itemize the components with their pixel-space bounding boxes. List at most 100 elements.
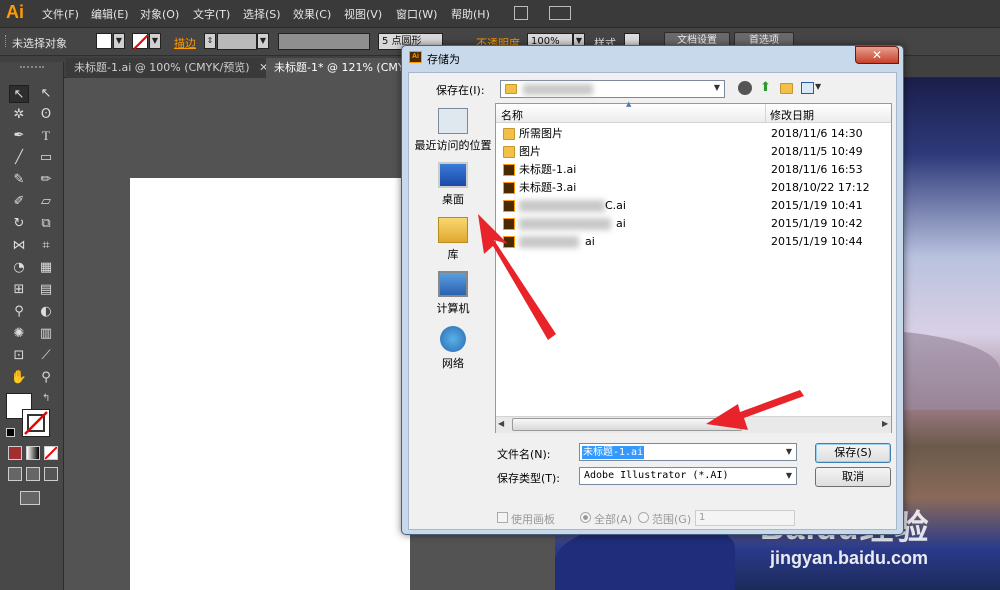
range-input[interactable]: 1 [695, 510, 795, 526]
stroke-weight-field[interactable] [217, 33, 257, 50]
gradient-tool-icon[interactable]: ▤ [36, 281, 56, 299]
magic-wand-tool-icon[interactable]: ✲ [9, 106, 29, 124]
save-button[interactable]: 保存(S) [815, 443, 891, 463]
draw-normal-icon[interactable] [8, 467, 22, 481]
rectangle-tool-icon[interactable]: ▭ [36, 149, 56, 167]
file-row[interactable]: 未标题-3.ai 2018/10/22 17:12 [499, 179, 889, 197]
fill-swatch[interactable] [96, 33, 112, 49]
menu-view[interactable]: 视图(V) [344, 6, 382, 22]
stroke-label[interactable]: 描边 [174, 35, 196, 51]
selection-tool-icon[interactable]: ↖ [9, 85, 29, 103]
menu-file[interactable]: 文件(F) [42, 6, 79, 22]
lasso-tool-icon[interactable]: ʘ [36, 106, 56, 124]
draw-inside-icon[interactable] [44, 467, 58, 481]
bridge-icon[interactable] [514, 6, 528, 20]
save-in-label: 保存在(I): [436, 84, 485, 97]
stroke-swatch[interactable] [132, 33, 149, 50]
symbol-sprayer-tool-icon[interactable]: ✺ [9, 325, 29, 343]
all-radio[interactable] [580, 512, 591, 523]
file-row[interactable]: 未标题-1.ai 2018/11/6 16:53 [499, 161, 889, 179]
zoom-tool-icon[interactable]: ⚲ [36, 369, 56, 387]
perspective-grid-tool-icon[interactable]: ▦ [36, 259, 56, 277]
none-mode-icon[interactable] [44, 446, 58, 460]
file-row[interactable]: 所需图片 2018/11/6 14:30 [499, 125, 889, 143]
type-tool-icon[interactable]: T [36, 127, 56, 145]
fill-dropdown-icon[interactable]: ▼ [113, 33, 125, 49]
draw-behind-icon[interactable] [26, 467, 40, 481]
place-desktop-label: 桌面 [442, 193, 464, 206]
column-graph-tool-icon[interactable]: ▥ [36, 325, 56, 343]
scroll-right-icon[interactable]: ▶ [882, 419, 888, 428]
back-icon[interactable] [738, 81, 752, 95]
selection-status: 未选择对象 [12, 37, 67, 50]
swap-colors-icon[interactable]: ↰ [42, 393, 50, 404]
use-artboards-label: 使用画板 [511, 513, 555, 526]
file-list-header [496, 104, 891, 123]
stroke-weight-dropdown-icon[interactable]: ▼ [257, 33, 269, 49]
view-dropdown-icon[interactable]: ▼ [815, 82, 821, 91]
mesh-tool-icon[interactable]: ⊞ [9, 281, 29, 299]
sort-ascending-icon: ▲ [626, 100, 632, 108]
chevron-down-icon: ▼ [713, 83, 720, 92]
slice-tool-icon[interactable]: ⟋ [36, 347, 56, 365]
up-folder-icon[interactable]: ⬆ [760, 81, 771, 95]
rotate-tool-icon[interactable]: ↻ [9, 215, 29, 233]
range-radio[interactable] [638, 512, 649, 523]
color-mode-icon[interactable] [8, 446, 22, 460]
variable-width-profile[interactable] [278, 33, 370, 50]
stroke-dropdown-icon[interactable]: ▼ [149, 33, 161, 49]
close-button[interactable]: ✕ [855, 46, 899, 64]
gradient-mode-icon[interactable] [26, 446, 40, 460]
file-row[interactable]: ai 2015/1/19 10:42 [499, 215, 889, 233]
eyedropper-tool-icon[interactable]: ⚲ [9, 303, 29, 321]
width-tool-icon[interactable]: ⋈ [9, 237, 29, 255]
use-artboards-checkbox[interactable] [497, 512, 508, 523]
shape-builder-tool-icon[interactable]: ◔ [9, 259, 29, 277]
menu-window[interactable]: 窗口(W) [396, 6, 437, 22]
paintbrush-tool-icon[interactable]: ✎ [9, 171, 29, 189]
place-computer[interactable]: 计算机 [413, 271, 493, 316]
chevron-down-icon[interactable]: ▼ [786, 447, 792, 456]
menu-type[interactable]: 文字(T) [193, 6, 230, 22]
pencil-tool-icon[interactable]: ✏ [36, 171, 56, 189]
hand-tool-icon[interactable]: ✋ [9, 369, 29, 387]
menu-help[interactable]: 帮助(H) [451, 6, 490, 22]
place-desktop[interactable]: 桌面 [413, 162, 493, 207]
place-libraries[interactable]: 库 [413, 217, 493, 262]
cancel-button[interactable]: 取消 [815, 467, 891, 487]
column-name[interactable]: 名称 [501, 107, 523, 123]
new-folder-icon[interactable] [780, 83, 793, 94]
scale-tool-icon[interactable]: ⧉ [36, 215, 56, 233]
stroke-stepper-icon[interactable]: ⇕ [204, 33, 216, 49]
filetype-dropdown[interactable]: Adobe Illustrator (*.AI) ▼ [579, 467, 797, 485]
artboard-tool-icon[interactable]: ⊡ [9, 347, 29, 365]
place-recent[interactable]: 最近访问的位置 [413, 108, 493, 153]
default-colors-icon[interactable] [6, 428, 15, 437]
column-divider [765, 104, 766, 123]
menu-select[interactable]: 选择(S) [243, 6, 281, 22]
menu-effect[interactable]: 效果(C) [293, 6, 331, 22]
screen-mode-icon[interactable] [20, 491, 40, 505]
tab-document-1[interactable]: 未标题-1.ai @ 100% (CMYK/预览) ✕ [66, 58, 277, 78]
free-transform-tool-icon[interactable]: ⌗ [36, 237, 56, 255]
eraser-tool-icon[interactable]: ▱ [36, 193, 56, 211]
menu-edit[interactable]: 编辑(E) [91, 6, 129, 22]
place-network[interactable]: 网络 [413, 326, 493, 371]
scroll-left-icon[interactable]: ◀ [498, 419, 504, 428]
stroke-color-swatch[interactable] [22, 409, 50, 437]
blend-tool-icon[interactable]: ◐ [36, 303, 56, 321]
view-menu-icon[interactable] [801, 82, 814, 94]
file-row[interactable]: ai 2015/1/19 10:44 [499, 233, 889, 251]
arrange-documents-icon[interactable] [549, 6, 571, 20]
scroll-thumb[interactable] [512, 418, 742, 431]
menu-object[interactable]: 对象(O) [140, 6, 179, 22]
blob-brush-tool-icon[interactable]: ✐ [9, 193, 29, 211]
pen-tool-icon[interactable]: ✒ [9, 127, 29, 145]
file-row[interactable]: 图片 2018/11/5 10:49 [499, 143, 889, 161]
file-row[interactable]: C.ai 2015/1/19 10:41 [499, 197, 889, 215]
direct-selection-tool-icon[interactable]: ↖ [36, 85, 56, 103]
column-date[interactable]: 修改日期 [770, 107, 814, 123]
artboard[interactable] [130, 178, 410, 590]
line-tool-icon[interactable]: ╱ [9, 149, 29, 167]
save-in-dropdown[interactable]: ▼ [500, 80, 725, 98]
